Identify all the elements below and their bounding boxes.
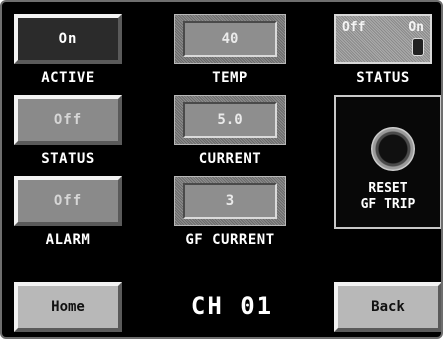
current-display: 5.0 — [174, 95, 286, 145]
alarm-value: Off — [53, 193, 83, 209]
hmi-screen: On ACTIVE Off STATUS Off ALARM 40 TEMP 5… — [0, 0, 443, 339]
back-button[interactable]: Back — [334, 282, 441, 332]
switch-knob-icon — [412, 38, 424, 56]
status-toggle-button[interactable]: Off — [14, 95, 122, 145]
reset-gf-trip-button[interactable]: RESET GF TRIP — [334, 95, 441, 229]
temp-display: 40 — [174, 14, 286, 64]
status-switch-off-label: Off — [342, 20, 366, 35]
active-toggle-button[interactable]: On — [14, 14, 122, 64]
reset-label: RESET GF TRIP — [336, 181, 440, 213]
status-switch-label: STATUS — [356, 70, 410, 86]
reset-label-line1: RESET — [368, 181, 408, 196]
alarm-toggle-button[interactable]: Off — [14, 176, 122, 226]
gf-current-label: GF CURRENT — [185, 232, 275, 248]
status-value: Off — [53, 112, 83, 128]
gf-current-display: 3 — [174, 176, 286, 226]
current-value: 5.0 — [183, 102, 277, 138]
temp-label: TEMP — [212, 70, 248, 86]
gf-current-value: 3 — [183, 183, 277, 219]
active-label: ACTIVE — [41, 70, 95, 86]
status-label: STATUS — [41, 151, 95, 167]
temp-value: 40 — [183, 21, 277, 57]
channel-title: CH 01 — [190, 292, 274, 320]
reset-button-icon — [371, 127, 415, 171]
alarm-label: ALARM — [45, 232, 91, 248]
reset-label-line2: GF TRIP — [360, 197, 416, 212]
status-switch[interactable]: Off On — [334, 14, 432, 64]
current-label: CURRENT — [198, 151, 262, 167]
home-button[interactable]: Home — [14, 282, 122, 332]
status-switch-on-label: On — [408, 20, 424, 35]
active-value: On — [58, 31, 78, 47]
